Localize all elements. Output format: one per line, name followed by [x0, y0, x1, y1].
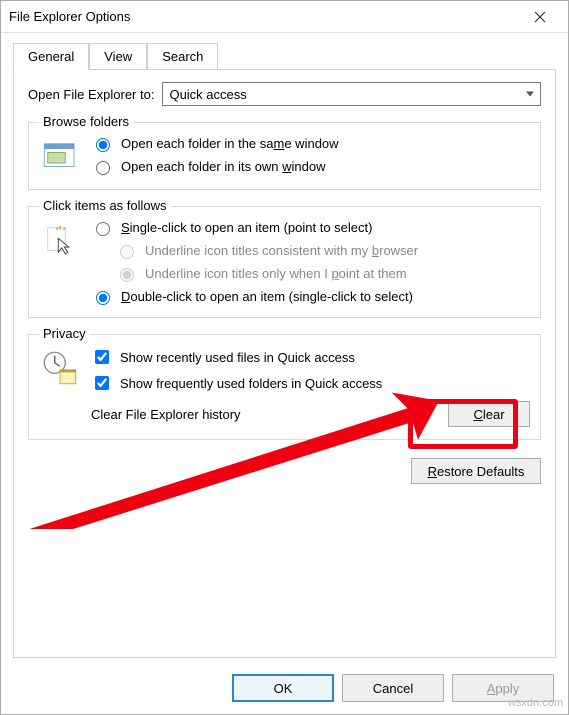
own-window-option[interactable]: Open each folder in its own window: [91, 158, 530, 175]
browse-folders-group: Browse folders Open each folder in the s…: [28, 122, 541, 190]
underline-point-radio: [120, 268, 134, 282]
content-area: General View Search Open File Explorer t…: [1, 33, 568, 664]
same-window-radio[interactable]: [96, 138, 110, 152]
double-click-radio[interactable]: [96, 291, 110, 305]
close-icon: [534, 11, 546, 23]
cursor-click-icon: [39, 219, 81, 261]
single-click-radio[interactable]: [96, 222, 110, 236]
clear-button[interactable]: Clear: [448, 401, 530, 427]
window-title: File Explorer Options: [9, 9, 520, 24]
tab-list: General View Search: [13, 43, 556, 69]
history-icon: [39, 347, 81, 389]
open-to-row: Open File Explorer to: Quick access: [28, 82, 541, 106]
underline-browser-radio: [120, 245, 134, 259]
double-click-label: Double-click to open an item (single-cli…: [121, 289, 413, 304]
own-window-radio[interactable]: [96, 161, 110, 175]
folders-icon: [39, 135, 81, 177]
show-recent-option[interactable]: Show recently used files in Quick access: [91, 347, 530, 367]
underline-browser-label: Underline icon titles consistent with my…: [145, 243, 418, 258]
own-window-label: Open each folder in its own window: [121, 159, 326, 174]
browse-folders-title: Browse folders: [39, 114, 133, 129]
ok-button[interactable]: OK: [232, 674, 334, 702]
close-button[interactable]: [520, 3, 560, 31]
show-recent-label: Show recently used files in Quick access: [120, 350, 355, 365]
tab-general[interactable]: General: [13, 43, 89, 70]
privacy-group: Privacy Show recently used files in Quic…: [28, 334, 541, 440]
same-window-label: Open each folder in the same window: [121, 136, 339, 151]
clear-history-row: Clear File Explorer history Clear: [91, 401, 530, 427]
underline-point-label: Underline icon titles only when I point …: [145, 266, 407, 281]
show-frequent-option[interactable]: Show frequently used folders in Quick ac…: [91, 373, 530, 393]
restore-defaults-row: Restore Defaults: [28, 458, 541, 484]
general-panel: Open File Explorer to: Quick access Brow…: [13, 69, 556, 658]
click-items-group: Click items as follows Single-click to o…: [28, 206, 541, 318]
open-to-value: Quick access: [169, 87, 246, 102]
tab-view[interactable]: View: [89, 43, 147, 69]
dialog-buttons: OK Cancel Apply: [1, 664, 568, 714]
tab-search[interactable]: Search: [147, 43, 218, 69]
underline-point-option: Underline icon titles only when I point …: [115, 265, 530, 282]
click-items-title: Click items as follows: [39, 198, 171, 213]
watermark-text: wsxdn.com: [508, 697, 563, 709]
single-click-label: Single-click to open an item (point to s…: [121, 220, 372, 235]
cancel-button[interactable]: Cancel: [342, 674, 444, 702]
underline-browser-option: Underline icon titles consistent with my…: [115, 242, 530, 259]
privacy-title: Privacy: [39, 326, 90, 341]
file-explorer-options-dialog: File Explorer Options General View Searc…: [0, 0, 569, 715]
show-frequent-label: Show frequently used folders in Quick ac…: [120, 376, 382, 391]
show-frequent-checkbox[interactable]: [95, 376, 109, 390]
same-window-option[interactable]: Open each folder in the same window: [91, 135, 530, 152]
clear-history-label: Clear File Explorer history: [91, 407, 440, 422]
open-to-label: Open File Explorer to:: [28, 87, 154, 102]
single-click-option[interactable]: Single-click to open an item (point to s…: [91, 219, 530, 236]
show-recent-checkbox[interactable]: [95, 350, 109, 364]
open-to-select[interactable]: Quick access: [162, 82, 541, 106]
titlebar: File Explorer Options: [1, 1, 568, 33]
double-click-option[interactable]: Double-click to open an item (single-cli…: [91, 288, 530, 305]
restore-defaults-button[interactable]: Restore Defaults: [411, 458, 541, 484]
